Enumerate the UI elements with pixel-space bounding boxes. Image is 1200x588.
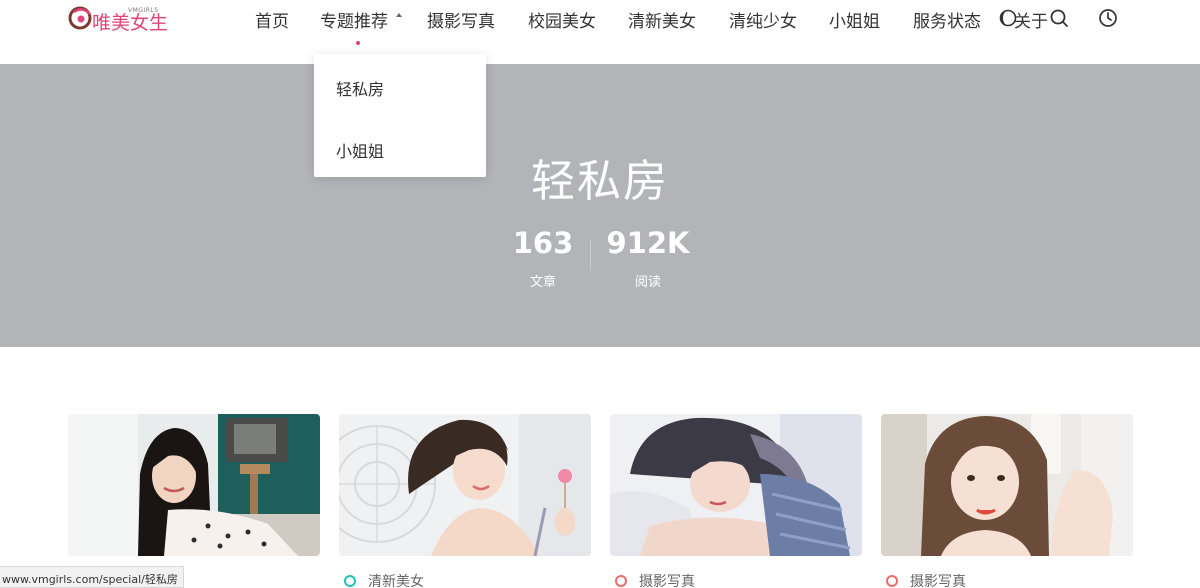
nav-home[interactable]: 首页 [255, 7, 289, 32]
site-logo[interactable]: VMGIRLS 唯美女生 [68, 4, 169, 34]
post-thumbnail-2[interactable] [339, 414, 591, 556]
active-nav-indicator [356, 41, 360, 45]
featured-topics-dropdown: 轻私房 小姐姐 [314, 54, 486, 177]
category-ring-icon [886, 575, 898, 587]
post-thumbnail-1[interactable] [68, 414, 320, 556]
logo-emblem-icon [68, 6, 92, 30]
search-icon[interactable] [1049, 8, 1069, 28]
site-header: VMGIRLS 唯美女生 首页 专题推荐 摄影写真 校园美女 清新美女 清纯少女… [0, 0, 1200, 64]
nav-service-status[interactable]: 服务状态 [913, 7, 981, 32]
topic-hero-banner: 轻私房 163 文章 912K 阅读 [0, 64, 1200, 347]
nav-fresh[interactable]: 清新美女 [628, 7, 696, 32]
link-preview-status-bar: www.vmgirls.com/special/轻私房 [0, 566, 184, 588]
dropdown-item-light-boudoir[interactable]: 轻私房 [336, 76, 384, 100]
card-2-category[interactable]: 清新美女 [368, 571, 424, 588]
caret-up-icon [396, 13, 402, 17]
nav-photography[interactable]: 摄影写真 [427, 7, 495, 32]
read-count: 912K [606, 226, 690, 260]
topic-title: 轻私房 [531, 156, 669, 207]
article-count-label: 文章 [529, 275, 556, 290]
logo-text: 唯美女生 [92, 12, 169, 34]
read-count-label: 阅读 [634, 275, 661, 290]
clock-icon[interactable] [1098, 8, 1118, 28]
nav-campus[interactable]: 校园美女 [528, 7, 596, 32]
nav-pure[interactable]: 清纯少女 [729, 7, 797, 32]
dropdown-item-miss[interactable]: 小姐姐 [336, 138, 384, 162]
nav-miss[interactable]: 小姐姐 [829, 7, 880, 32]
card-3-category[interactable]: 摄影写真 [639, 571, 695, 588]
post-thumbnail-4[interactable] [881, 414, 1133, 556]
nav-about[interactable]: 关于 [1014, 7, 1048, 32]
card-4-category[interactable]: 摄影写真 [910, 571, 966, 588]
article-count: 163 [512, 226, 574, 260]
nav-featured-topics[interactable]: 专题推荐 [320, 7, 388, 32]
category-ring-icon [344, 575, 356, 587]
post-thumbnail-3[interactable] [610, 414, 862, 556]
category-ring-icon [615, 575, 627, 587]
